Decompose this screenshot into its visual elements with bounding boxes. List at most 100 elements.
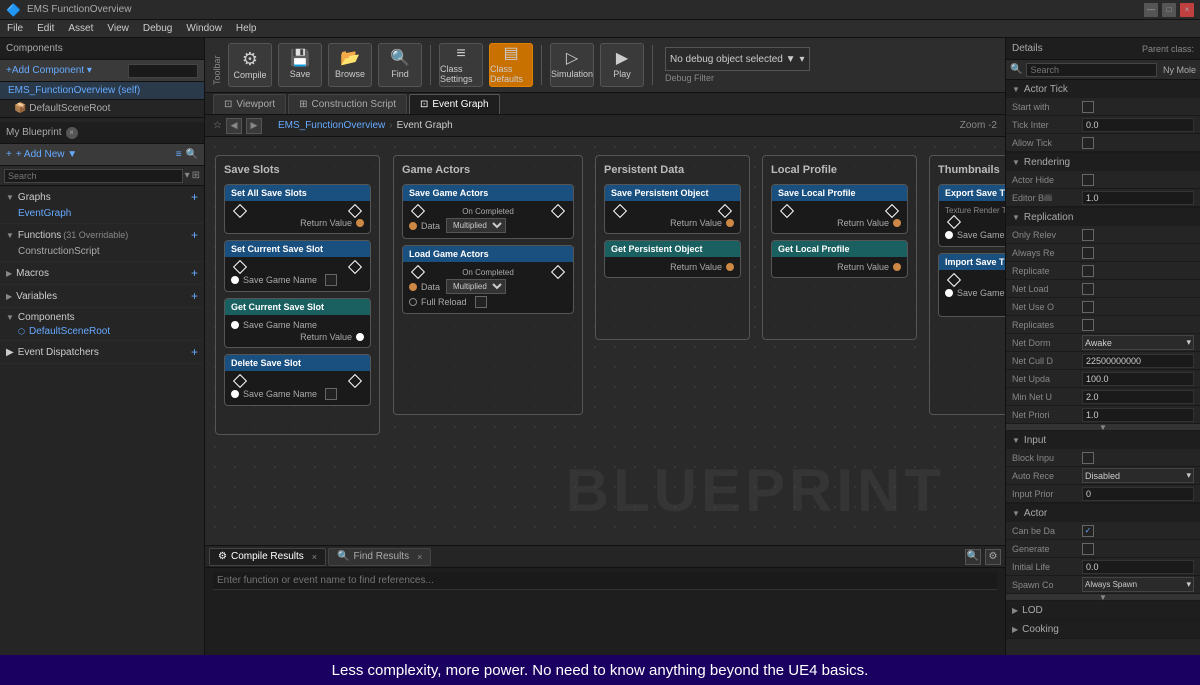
actor-tick-header[interactable]: ▼ Actor Tick (1006, 80, 1200, 98)
maximize-button[interactable]: □ (1162, 3, 1176, 17)
input-prior-input[interactable] (1082, 487, 1194, 501)
multiplied-select2[interactable]: Multiplied (446, 279, 506, 294)
my-blueprint-close[interactable]: × (66, 127, 78, 139)
min-net-u-input[interactable] (1082, 390, 1194, 404)
find-results-tab[interactable]: 🔍 Find Results × (328, 548, 431, 566)
event-graph-item[interactable]: EventGraph (0, 206, 204, 221)
replicate-checkbox[interactable] (1082, 265, 1094, 277)
replicates-checkbox[interactable] (1082, 319, 1094, 331)
save-persistent-object-node[interactable]: Save Persistent Object Return Value (604, 184, 741, 234)
export-save-thumbnail-node[interactable]: Export Save Thumbnail Texture Render Tar… (938, 184, 1005, 247)
class-defaults-button[interactable]: ▤ Class Defaults (489, 43, 533, 87)
net-upda-input[interactable] (1082, 372, 1194, 386)
construction-script-item[interactable]: ConstructionScript (0, 244, 204, 259)
net-use-o-checkbox[interactable] (1082, 301, 1094, 313)
simulation-button[interactable]: ▷ Simulation (550, 43, 594, 87)
menu-debug[interactable]: Debug (140, 23, 175, 34)
save-local-profile-node[interactable]: Save Local Profile Return Value (771, 184, 908, 234)
always-re-checkbox[interactable] (1082, 247, 1094, 259)
tab-construction-script[interactable]: ⊞ Construction Script (288, 94, 407, 114)
breadcrumb-back-button[interactable]: ◀ (226, 118, 242, 134)
compile-button[interactable]: ⚙ Compile (228, 43, 272, 87)
bp-search-icon[interactable]: 🔍 (186, 149, 198, 160)
bottom-settings-icon[interactable]: ⚙ (985, 549, 1001, 565)
menu-file[interactable]: File (4, 23, 26, 34)
event-dispatchers-add-button[interactable]: + (191, 345, 198, 359)
event-dispatchers-header[interactable]: ▶ Event Dispatchers + (0, 343, 204, 361)
default-scene-root-component[interactable]: DefaultSceneRoot (0, 325, 204, 338)
bp-filter-icon[interactable]: ⊞ (192, 170, 200, 181)
lod-header[interactable]: ▶ LOD (1006, 601, 1200, 619)
tab-viewport[interactable]: ⊡ Viewport (213, 94, 286, 114)
net-dorm-dropdown[interactable]: Awake ▾ (1082, 335, 1194, 350)
get-current-save-slot-node[interactable]: Get Current Save Slot Save Game Name Ret… (224, 298, 371, 348)
replication-header[interactable]: ▼ Replication (1006, 208, 1200, 226)
breadcrumb-forward-button[interactable]: ▶ (246, 118, 262, 134)
bottom-search-icon[interactable]: 🔍 (965, 549, 981, 565)
net-cull-input[interactable] (1082, 354, 1194, 368)
find-button[interactable]: 🔍 Find (378, 43, 422, 87)
compile-tab-close[interactable]: × (312, 552, 317, 562)
tick-interval-input[interactable] (1082, 118, 1194, 132)
editor-billi-input[interactable] (1082, 191, 1194, 205)
initial-life-input[interactable] (1082, 560, 1194, 574)
set-all-save-slots-node[interactable]: Set All Save Slots Return Value (224, 184, 371, 234)
macros-section-header[interactable]: ▶ Macros + (0, 264, 204, 282)
menu-edit[interactable]: Edit (34, 23, 57, 34)
class-settings-button[interactable]: ≡ Class Settings (439, 43, 483, 87)
only-relev-checkbox[interactable] (1082, 229, 1094, 241)
rendering-header[interactable]: ▼ Rendering (1006, 153, 1200, 171)
multiplied-select[interactable]: Multiplied (446, 218, 506, 233)
auto-rece-dropdown[interactable]: Disabled ▾ (1082, 468, 1194, 483)
add-component-button[interactable]: + Add Component ▾ (0, 60, 204, 82)
replication-expand[interactable]: ▼ (1006, 424, 1200, 430)
breadcrumb-star-icon[interactable]: ☆ (213, 120, 222, 131)
load-game-actors-node[interactable]: Load Game Actors On Completed Data Multi… (402, 245, 574, 314)
delete-save-slot-node[interactable]: Delete Save Slot Save Game Name (224, 354, 371, 406)
set-current-save-slot-node[interactable]: Set Current Save Slot Save Game Name (224, 240, 371, 292)
generate-checkbox[interactable] (1082, 543, 1094, 555)
checkbox[interactable] (475, 296, 487, 308)
functions-section-header[interactable]: ▼ Functions (31 Overridable) + (0, 226, 204, 244)
checkbox[interactable] (325, 388, 337, 400)
save-button[interactable]: 💾 Save (278, 43, 322, 87)
bp-search-input[interactable] (4, 169, 183, 183)
cooking-header[interactable]: ▶ Cooking (1006, 620, 1200, 638)
actor-expand[interactable]: ▼ (1006, 594, 1200, 600)
variables-section-header[interactable]: ▶ Variables + (0, 287, 204, 305)
menu-window[interactable]: Window (183, 23, 225, 34)
input-header[interactable]: ▼ Input (1006, 431, 1200, 449)
compile-results-tab[interactable]: ⚙ Compile Results × (209, 548, 326, 566)
components-bp-header[interactable]: ▼ Components (0, 310, 204, 325)
graphs-section-header[interactable]: ▼ Graphs + (0, 188, 204, 206)
graphs-add-button[interactable]: + (191, 190, 198, 204)
debug-object-dropdown[interactable]: No debug object selected ▼ ▾ (665, 47, 810, 71)
actor-hide-checkbox[interactable] (1082, 174, 1094, 186)
menu-view[interactable]: View (104, 23, 132, 34)
find-tab-close[interactable]: × (417, 552, 422, 562)
breadcrumb-project-link[interactable]: EMS_FunctionOverview (278, 120, 385, 131)
block-inpu-checkbox[interactable] (1082, 452, 1094, 464)
checkbox[interactable] (325, 274, 337, 286)
find-references-input[interactable] (213, 572, 997, 590)
get-persistent-object-node[interactable]: Get Persistent Object Return Value (604, 240, 741, 278)
blueprint-canvas[interactable]: BLUEPRINT Save Slots Set All Save Slots (205, 137, 1005, 545)
variables-add-button[interactable]: + (191, 289, 198, 303)
can-be-da-checkbox[interactable] (1082, 525, 1094, 537)
bp-search-options[interactable]: ▾ (185, 170, 190, 181)
component-search-input[interactable] (128, 64, 198, 78)
spawn-co-dropdown[interactable]: Always Spawn ▾ (1082, 577, 1194, 592)
details-search-input[interactable] (1026, 63, 1157, 77)
tab-event-graph[interactable]: ⊡ Event Graph (409, 94, 500, 114)
save-game-actors-node[interactable]: Save Game Actors On Completed Data Multi… (402, 184, 574, 239)
play-button[interactable]: ▶ Play (600, 43, 644, 87)
add-new-button[interactable]: + + Add New ▼ ≡ 🔍 (0, 144, 204, 166)
minimize-button[interactable]: — (1144, 3, 1158, 17)
get-local-profile-node[interactable]: Get Local Profile Return Value (771, 240, 908, 278)
macros-add-button[interactable]: + (191, 266, 198, 280)
actor-header[interactable]: ▼ Actor (1006, 504, 1200, 522)
browse-button[interactable]: 📂 Browse (328, 43, 372, 87)
bp-options-icon[interactable]: ≡ (176, 149, 182, 160)
start-with-checkbox[interactable] (1082, 101, 1094, 113)
functions-add-button[interactable]: + (191, 228, 198, 242)
